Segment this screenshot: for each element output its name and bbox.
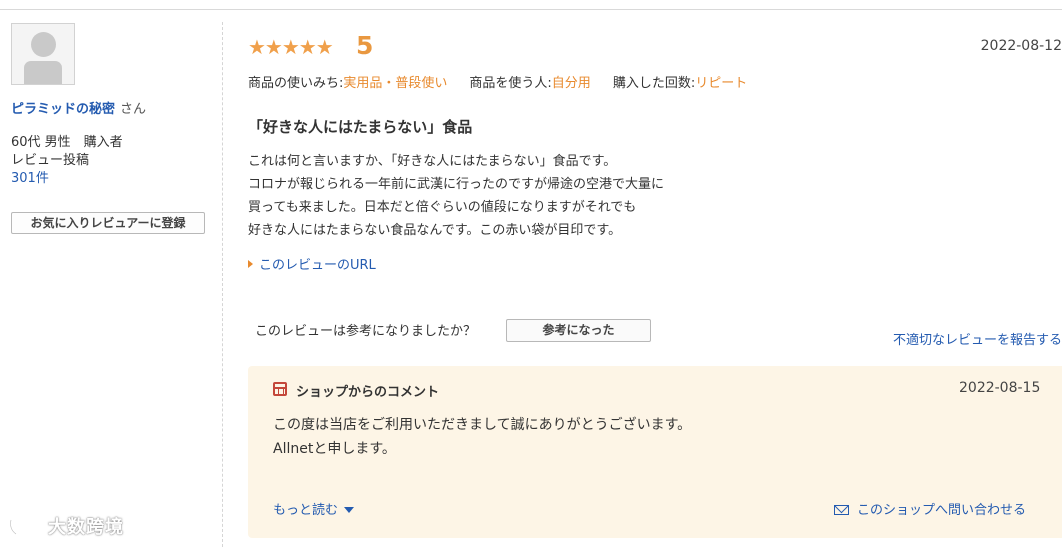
contact-shop-link[interactable]: このショップへ問い合わせる <box>834 499 1026 518</box>
report-review-link[interactable]: 不適切なレビューを報告する <box>893 329 1062 348</box>
shop-comment-date: 2022-08-15 <box>959 380 1041 396</box>
user-value: 自分用 <box>551 76 591 91</box>
reviewer-name-link[interactable]: ピラミッドの秘密 <box>11 102 115 117</box>
shop-comment-box: ショップからのコメント 2022-08-15 この度は当店をご利用いただきまして… <box>248 366 1062 538</box>
user-label: 商品を使う人: <box>469 76 552 91</box>
review-url-link[interactable]: このレビューのURL <box>248 254 376 273</box>
read-more-label: もっと読む <box>273 503 339 518</box>
reviewer-posts-label: レビュー投稿 <box>11 153 90 168</box>
review-body-line: コロナが報じられる一年前に武漢に行ったのですが帰途の空港で大量に <box>248 177 665 192</box>
helpful-button[interactable]: 参考になった <box>506 319 651 342</box>
watermark-logo-icon <box>9 519 44 535</box>
avatar <box>11 23 75 85</box>
review-attributes: 商品の使いみち:実用品・普段使い 商品を使う人:自分用 購入した回数:リピート <box>248 72 747 91</box>
shop-comment-body: この度は当店をご利用いただきまして誠にありがとうございます。 Allnetと申し… <box>273 413 691 461</box>
review-url-label: このレビューのURL <box>259 258 376 273</box>
helpful-question: このレビューは参考になりましたか？ <box>255 324 477 339</box>
review-body-line: 買っても来ました。日本だと倍ぐらいの値段になりますがそれでも <box>248 200 637 215</box>
favorite-reviewer-button[interactable]: お気に入りレビュアーに登録 <box>11 212 205 234</box>
reviewer-panel: ピラミッドの秘密 さん 60代 男性 購入者 レビュー投稿 301件 お気に入りレ… <box>0 10 222 547</box>
usage-value: 実用品・普段使い <box>343 76 448 91</box>
review-body-line: 好きな人にはたまらない食品なんです。この赤い袋が目印です。 <box>248 223 622 238</box>
times-value: リピート <box>695 76 748 91</box>
rating-number: 5 <box>356 31 374 60</box>
reviewer-demographics: 60代 男性 購入者 <box>11 135 123 150</box>
reviewer-meta: 60代 男性 購入者 レビュー投稿 301件 <box>11 134 123 188</box>
avatar-head-shape <box>31 32 56 57</box>
shop-comment-label: ショップからのコメント <box>296 385 440 400</box>
star-rating: ★★★★★ <box>248 35 334 59</box>
review-title: 「好きな人にはたまらない」食品 <box>248 118 473 136</box>
read-more-link[interactable]: もっと読む <box>273 499 355 518</box>
reviewer-posts-count-link[interactable]: 301件 <box>11 170 123 188</box>
avatar-body-shape <box>24 61 62 84</box>
times-label: 購入した回数: <box>612 76 696 91</box>
review-body: これは何と言いますか、「好きな人にはたまらない」食品です。 コロナが報じられる一… <box>248 150 664 242</box>
shop-icon <box>273 382 287 396</box>
review-date: 2022-08-12 <box>980 38 1062 54</box>
shop-comment-line: この度は当店をご利用いただきまして誠にありがとうございます。 <box>273 417 692 433</box>
caret-down-icon <box>344 507 355 513</box>
usage-label: 商品の使いみち: <box>248 76 344 91</box>
review-body-line: これは何と言いますか、「好きな人にはたまらない」食品です。 <box>248 154 617 169</box>
watermark-text: 大数跨境 <box>48 517 124 538</box>
shop-comment-line: Allnetと申します。 <box>273 441 396 457</box>
triangle-right-icon <box>248 260 253 268</box>
reviewer-honorific: さん <box>120 102 147 117</box>
column-divider <box>222 22 223 547</box>
watermark: 大数跨境 <box>8 513 124 539</box>
reviewer-name-line: ピラミッドの秘密 さん <box>11 98 146 117</box>
mail-icon <box>834 505 849 515</box>
contact-shop-label: このショップへ問い合わせる <box>857 503 1027 518</box>
